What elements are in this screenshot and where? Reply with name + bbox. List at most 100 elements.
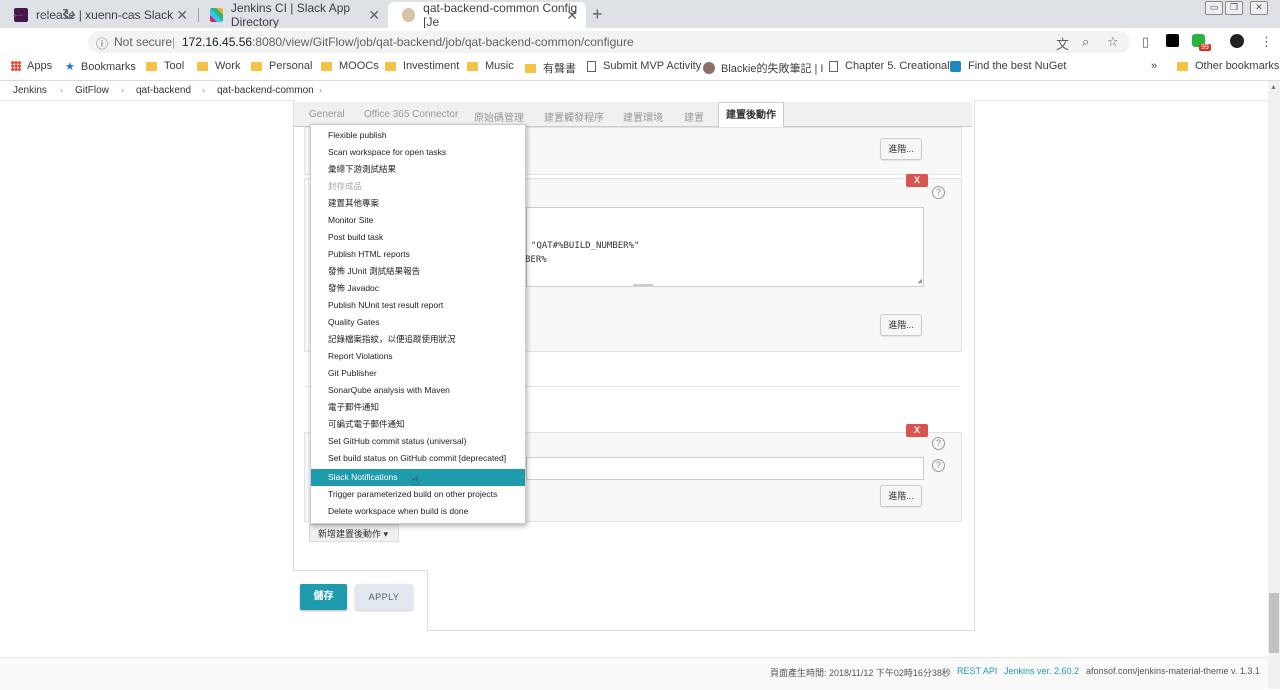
bookmark-label: Chapter 5. Creational (845, 60, 950, 72)
bookmark-other-bookmarks[interactable]: Other bookmarks (1177, 60, 1279, 72)
menu-item-delete-workspace[interactable]: Delete workspace when build is done (311, 503, 525, 520)
page-icon (587, 60, 596, 72)
help-icon[interactable]: ? (932, 186, 945, 199)
textarea-drag-handle[interactable] (633, 284, 653, 286)
menu-item-scan-workspace[interactable]: Scan workspace for open tasks (311, 144, 525, 161)
advanced-button[interactable]: 進階... (880, 485, 922, 507)
tab-close-icon[interactable]: ✕ (368, 7, 380, 24)
bookmark-nuget[interactable]: Find the best NuGet (950, 60, 1066, 72)
menu-item-fingerprint[interactable]: 記錄檔案指紋，以便追蹤使用狀況 (311, 331, 525, 348)
extension-play-icon[interactable] (1166, 34, 1179, 47)
add-post-build-action-button[interactable]: 新增建置後動作 ▾ (309, 524, 399, 542)
script-textarea[interactable]: "QAT#%BUILD_NUMBER%" BER% ◢ (525, 207, 924, 287)
menu-item-github-status-deprecated[interactable]: Set build status on GitHub commit [depre… (311, 450, 525, 467)
browser-tab-jenkins-config[interactable]: qat-backend-common Config [Je ✕ (388, 1, 586, 29)
minimize-window-button[interactable]: ▭ (1205, 1, 1223, 15)
menu-item-javadoc[interactable]: 發佈 Javadoc (311, 280, 525, 297)
bookmark-folder-music[interactable]: Music (467, 60, 514, 72)
scrollbar-thumb[interactable] (1269, 593, 1279, 653)
breadcrumb-gitflow[interactable]: GitFlow (75, 85, 109, 96)
zoom-icon[interactable]: ⌕ (1082, 34, 1089, 50)
delete-step-button[interactable]: X (906, 424, 928, 437)
bookmark-folder-investiment[interactable]: Investiment (385, 60, 459, 72)
delete-step-button[interactable]: X (906, 174, 928, 187)
menu-item-publish-html[interactable]: Publish HTML reports (311, 246, 525, 263)
browser-tab-slack-app-directory[interactable]: Jenkins CI | Slack App Directory ✕ (196, 1, 388, 29)
breadcrumb-qat-backend-common[interactable]: qat-backend-common (217, 85, 314, 96)
close-window-button[interactable]: ✕ (1250, 1, 1268, 15)
advanced-button[interactable]: 進階... (880, 314, 922, 336)
scroll-up-icon[interactable]: ▲ (1270, 84, 1277, 91)
menu-item-junit-report[interactable]: 發佈 JUnit 測試結果報告 (311, 263, 525, 280)
back-arrow-icon[interactable]: ← (10, 5, 26, 23)
material-theme-link[interactable]: afonsof.com/jenkins-material-theme v. 1.… (1086, 666, 1260, 676)
bookmark-chapter5[interactable]: Chapter 5. Creational (829, 60, 950, 72)
help-icon[interactable]: ? (932, 437, 945, 450)
advanced-button[interactable]: 進階... (880, 138, 922, 160)
bookmark-folder-work[interactable]: Work (197, 60, 240, 72)
menu-item-report-violations[interactable]: Report Violations (311, 348, 525, 365)
bookmark-folder-moocs[interactable]: MOOCs (321, 60, 379, 72)
menu-item-editable-email[interactable]: 可編式電子郵件通知 (311, 416, 525, 433)
breadcrumb-chevron-icon: › (121, 85, 124, 95)
menu-item-quality-gates[interactable]: Quality Gates (311, 314, 525, 331)
translate-icon[interactable]: 文 (1056, 34, 1069, 53)
menu-item-post-build-task[interactable]: Post build task (311, 229, 525, 246)
menu-item-github-status-universal[interactable]: Set GitHub commit status (universal) (311, 433, 525, 450)
breadcrumb-chevron-icon: › (319, 85, 322, 95)
menu-kebab-icon[interactable]: ⋮ (1260, 34, 1273, 50)
site-info-icon[interactable]: ⓘ (96, 35, 108, 52)
tab-label: 建置後動作 (726, 110, 776, 121)
url-text[interactable]: 172.16.45.56:8080/view/GitFlow/job/qat-b… (182, 35, 634, 49)
bookmark-star-icon[interactable]: ☆ (1107, 34, 1119, 50)
menu-item-nunit-report[interactable]: Publish NUnit test result report (311, 297, 525, 314)
bookmark-blackie[interactable]: Blackie的失敗筆記 | I (703, 60, 824, 76)
star-icon: ★ (65, 61, 75, 73)
tab-build[interactable]: 建置 (684, 109, 704, 124)
bookmarks-overflow-button[interactable]: » (1151, 60, 1157, 72)
tab-close-icon[interactable]: ✕ (176, 7, 188, 24)
bookmark-submit-mvp[interactable]: Submit MVP Activity (587, 60, 701, 72)
bookmark-label: Personal (269, 60, 313, 72)
tab-general[interactable]: General (309, 109, 345, 120)
bookmark-bookmarks[interactable]: ★ Bookmarks (65, 60, 136, 74)
save-button[interactable]: 儲存 (300, 584, 347, 610)
tab-post-build-actions[interactable]: 建置後動作 (718, 102, 784, 128)
menu-item-aggregate-downstream[interactable]: 彙總下游測試結果 (311, 161, 525, 178)
breadcrumb-qat-backend[interactable]: qat-backend (136, 85, 191, 96)
bookmark-label: Submit MVP Activity (603, 60, 702, 72)
bookmark-folder-audiobooks[interactable]: 有聲書 (525, 60, 576, 76)
profile-avatar[interactable] (1230, 34, 1244, 48)
menu-item-build-other-projects[interactable]: 建置其他專案 (311, 195, 525, 212)
jenkins-version-link[interactable]: Jenkins ver. 2.60.2 (1004, 666, 1079, 676)
reload-icon[interactable]: ↻ (62, 5, 75, 25)
tab-build-environment[interactable]: 建置環境 (623, 109, 663, 124)
bookmark-apps[interactable]: Apps (11, 60, 52, 72)
restore-window-button[interactable]: ❐ (1225, 1, 1243, 15)
tab-office365-connector[interactable]: Office 365 Connector (364, 109, 458, 120)
menu-item-sonarqube-maven[interactable]: SonarQube analysis with Maven (311, 382, 525, 399)
help-icon[interactable]: ? (932, 459, 945, 472)
new-tab-button[interactable]: + (592, 4, 603, 25)
menu-item-email-notification[interactable]: 電子郵件通知 (311, 399, 525, 416)
breadcrumb-jenkins[interactable]: Jenkins (13, 85, 47, 96)
tab-close-icon[interactable]: ✕ (566, 7, 578, 24)
menu-item-git-publisher[interactable]: Git Publisher (311, 365, 525, 382)
menu-item-flexible-publish[interactable]: Flexible publish (311, 127, 525, 144)
bookmark-folder-tool[interactable]: Tool (146, 60, 184, 72)
extension-page-icon[interactable]: ▯ (1142, 34, 1149, 50)
menu-item-monitor-site[interactable]: Monitor Site (311, 212, 525, 229)
forward-arrow-icon[interactable]: → (36, 5, 52, 23)
tab-build-triggers[interactable]: 建置觸發程序 (544, 109, 604, 124)
apply-button[interactable]: APPLY (355, 584, 413, 610)
text-input[interactable] (526, 457, 924, 480)
bookmark-folder-personal[interactable]: Personal (251, 60, 312, 72)
folder-icon (146, 61, 157, 71)
browser-tab-slack[interactable]: release | xuenn-cas Slack ✕ (0, 2, 196, 28)
folder-icon (385, 61, 396, 71)
resize-handle-icon[interactable]: ◢ (917, 276, 922, 285)
bookmark-label: Blackie的失敗筆記 | I (721, 63, 824, 75)
folder-icon (197, 61, 208, 71)
rest-api-link[interactable]: REST API (957, 666, 997, 676)
tab-source-code-management[interactable]: 原始碼管理 (474, 109, 524, 124)
